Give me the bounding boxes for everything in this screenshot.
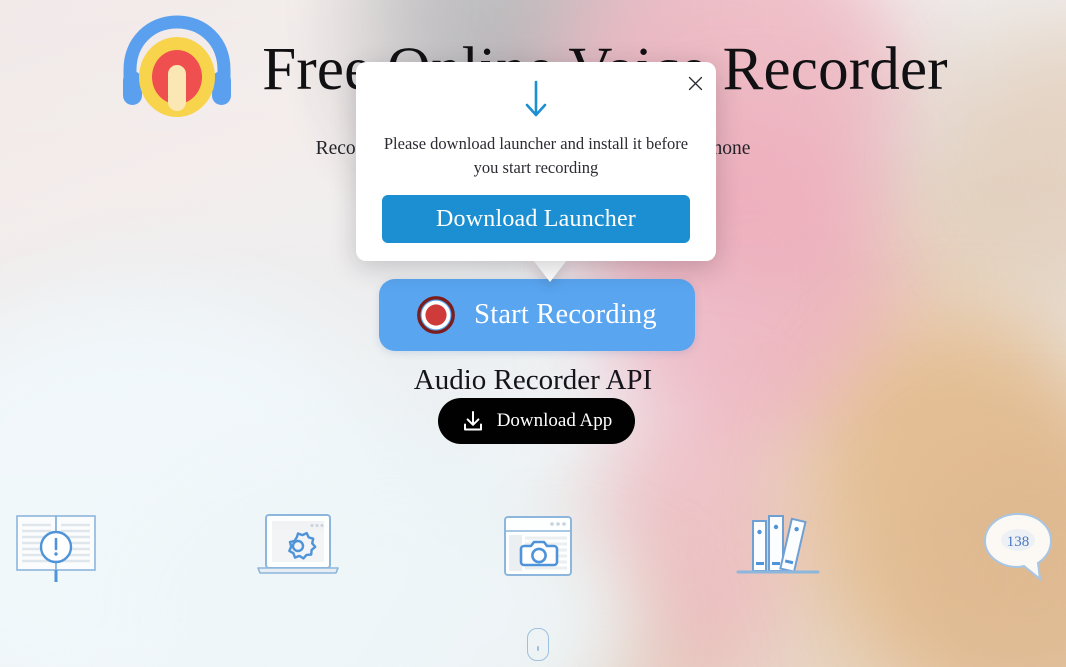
laptop-gear-icon bbox=[257, 514, 339, 574]
feature-feedback[interactable]: 138 bbox=[970, 505, 1066, 589]
download-tray-icon bbox=[463, 411, 482, 431]
download-app-label: Download App bbox=[496, 410, 613, 431]
book-info-icon bbox=[16, 515, 96, 582]
record-dot-icon bbox=[417, 296, 456, 334]
popup-tail bbox=[533, 260, 567, 282]
background-blob bbox=[0, 300, 400, 667]
popup-message: Please download launcher and install it … bbox=[383, 134, 689, 177]
start-recording-button[interactable]: Start Recording bbox=[379, 279, 695, 351]
feature-icon-row: 138 bbox=[0, 505, 1066, 595]
download-app-button[interactable]: Download App bbox=[438, 398, 635, 444]
arrow-down-icon bbox=[525, 80, 547, 117]
feature-settings[interactable] bbox=[250, 505, 346, 589]
browser-camera-icon bbox=[504, 516, 572, 576]
mouse-scroll-icon[interactable] bbox=[527, 628, 549, 661]
download-launcher-popup: Please download launcher and install it … bbox=[356, 62, 716, 261]
close-button[interactable] bbox=[682, 70, 708, 96]
feature-library[interactable] bbox=[730, 505, 826, 589]
download-launcher-button[interactable]: Download Launcher bbox=[382, 195, 690, 243]
feature-guide[interactable] bbox=[10, 505, 106, 589]
page-root: Free Online Voice Recorder Record high q… bbox=[0, 0, 1066, 667]
speech-bubble-wrap: 138 bbox=[979, 509, 1057, 585]
close-x-icon bbox=[688, 76, 702, 90]
feedback-count: 138 bbox=[1006, 534, 1030, 550]
books-shelf-icon bbox=[736, 515, 820, 574]
api-title: Audio Recorder API bbox=[413, 364, 653, 396]
headphones-microphone-logo bbox=[123, 15, 232, 117]
start-recording-label: Start Recording bbox=[474, 299, 657, 330]
feature-screenshot[interactable] bbox=[490, 505, 586, 589]
